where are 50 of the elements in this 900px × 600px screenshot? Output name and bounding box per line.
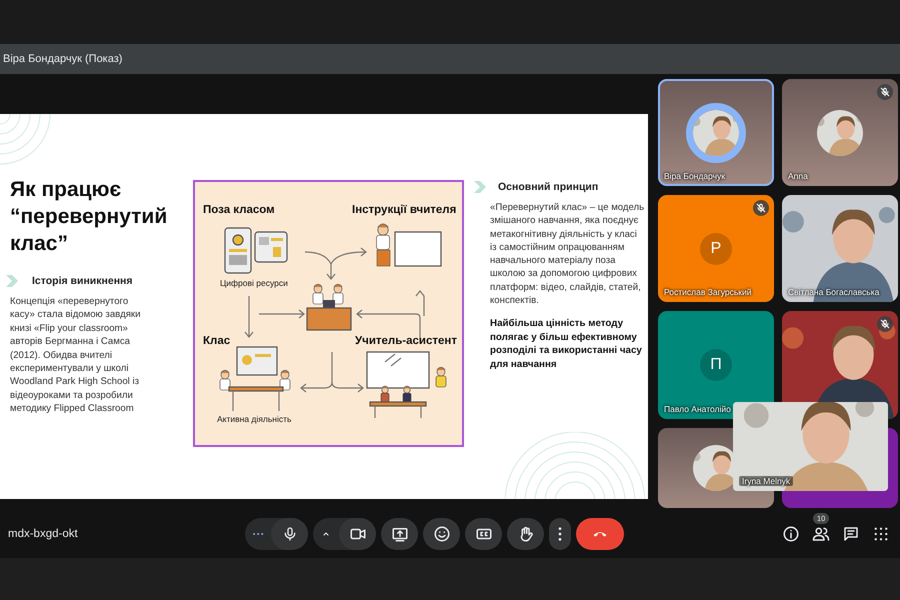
computer-class-drawing: [220, 346, 290, 412]
diagram-label: Учитель-асистент: [355, 335, 457, 347]
apps-grid-icon: [872, 525, 890, 543]
chat-button[interactable]: [842, 525, 860, 543]
present-screen-icon: [390, 525, 408, 543]
meeting-code: mdx-bxgd-okt: [8, 528, 79, 540]
diagram-label: Поза класом: [203, 204, 275, 216]
presentation-title: Віра Бондарчук (Показ): [3, 53, 122, 65]
initial-avatar: P: [700, 232, 732, 264]
diagram-caption: Цифрові ресурси: [220, 278, 288, 288]
history-paragraph: Концепція «перевернутого касу» стала відомою завдяки книзі «Flip your classroom» авторів Бергманна і Самса (2012). Обидва вчителі експериментували у школі Woodland Park High School із відеоуроками та розробили методику Flipped Classroom: [10, 295, 142, 416]
arrow: [244, 295, 254, 338]
slide-title: Як працює “перевернутий клас”: [10, 177, 168, 257]
more-vertical-icon: [558, 527, 562, 541]
captions-button[interactable]: [465, 518, 502, 550]
initial-avatar: П: [700, 349, 732, 381]
smiley-icon: [432, 525, 450, 543]
camera-button[interactable]: [339, 518, 376, 550]
info-icon: [782, 525, 800, 543]
participant-name: Anna: [788, 171, 808, 181]
chevron-icon: [474, 181, 488, 193]
more-options-button[interactable]: [549, 518, 571, 550]
arrow: [300, 351, 364, 393]
leave-call-button[interactable]: [576, 518, 624, 550]
microphone-icon: [282, 526, 298, 542]
phone-icon: [592, 531, 608, 537]
principle-paragraph: «Перевернутий клас» – це модель змішаного навчання, яка поєднує метакогнітивну діяльність у класі із самостійним опрацюванням навчального матеріалу поза школою за допомогою цифрових платформ: відео, слайдів, статей, конспектів.: [490, 201, 646, 308]
apps-button[interactable]: [872, 525, 890, 543]
reactions-button[interactable]: [423, 518, 460, 550]
diagram-label: Інструкції вчителя: [352, 204, 456, 216]
students-desk-drawing: [306, 284, 352, 331]
microphone-button[interactable]: [271, 518, 308, 550]
tablets-drawing: [224, 227, 288, 274]
chevron-icon: [6, 275, 20, 287]
chat-icon: [842, 525, 860, 543]
arrow: [258, 309, 305, 319]
present-button[interactable]: [381, 518, 418, 550]
emphasis-paragraph: Найбільша цінність методу полягає у більш ефективному розподілі та використанні часу для навчання: [490, 317, 643, 372]
info-button[interactable]: [782, 525, 800, 543]
section-heading: Історія виникнення: [32, 275, 133, 287]
participant-name: Віра Бондарчук: [664, 171, 725, 181]
section-heading: Основний принцип: [498, 181, 598, 193]
teacher-board-drawing: [376, 224, 442, 267]
arrow: [304, 247, 367, 280]
participant-name: Павло Анатолійо: [664, 404, 731, 414]
people-icon: [812, 525, 830, 543]
raise-hand-button[interactable]: [507, 518, 544, 550]
participant-name: Ростислав Загурський: [664, 287, 752, 297]
diagram-label: Клас: [203, 335, 230, 347]
diagram-caption: Активна діяльність: [217, 414, 292, 424]
